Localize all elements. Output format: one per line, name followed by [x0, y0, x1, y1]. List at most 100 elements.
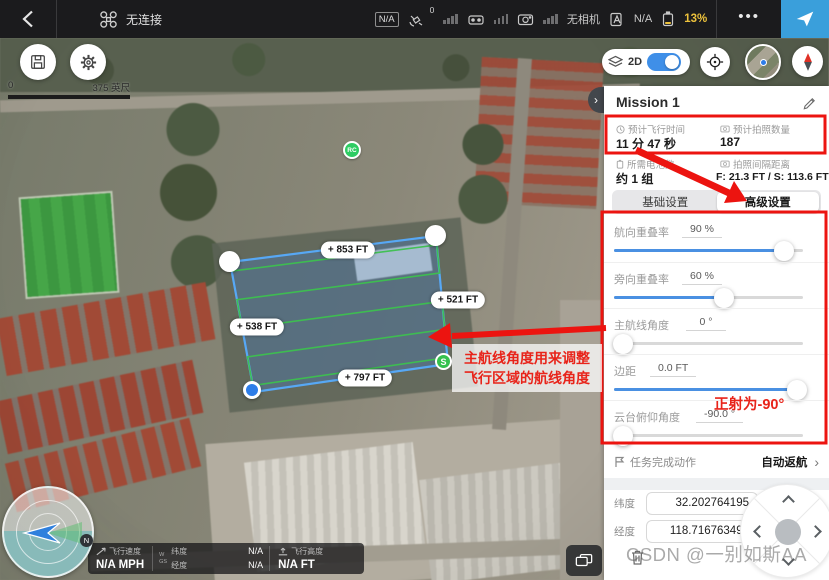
finish-action-row[interactable]: 任务完成动作 自动返航 › [604, 448, 829, 476]
crosshair-icon [706, 53, 724, 71]
map-scale-bar: 0 375 英尺 [8, 80, 130, 99]
connection-status: 无连接 [126, 11, 162, 28]
tab-basic-settings[interactable]: 基础设置 [614, 192, 717, 212]
top-status-bar: 无连接 N/A 0 无相机 [0, 0, 829, 38]
stat-interval-value: F: 21.3 FT / S: 113.6 FT [716, 171, 829, 183]
edge-length-top: + 853 FT [321, 242, 375, 259]
polygon-vertex-selected[interactable] [243, 381, 261, 399]
altitude-label: 飞行高度 [291, 546, 323, 557]
settings-button[interactable] [70, 44, 106, 80]
locate-button[interactable] [700, 47, 730, 77]
nudge-up-button[interactable] [782, 495, 795, 508]
mission-polygon[interactable] [230, 236, 448, 392]
edge-length-right: + 521 FT [431, 292, 485, 309]
2d-3d-toggle[interactable] [647, 53, 681, 71]
edge-length-left: + 538 FT [230, 319, 284, 336]
side-overlap-value[interactable]: 60 % [682, 269, 722, 285]
altitude-value: N/A FT [278, 559, 323, 571]
rc-mode-value: N/A [634, 13, 652, 25]
more-menu-button[interactable]: ••• [726, 8, 772, 31]
slider-thumb[interactable] [714, 288, 734, 308]
stat-flight-time-value: 11 分 47 秒 [616, 135, 676, 152]
flag-icon [614, 456, 625, 468]
route-angle-value[interactable]: 0 ° [686, 315, 726, 331]
tab-advanced-settings[interactable]: 高级设置 [717, 192, 820, 212]
gear-icon [79, 53, 98, 72]
topbar-divider [716, 0, 717, 38]
latitude-input[interactable]: 32.202764195 [646, 492, 758, 515]
finish-action-label: 任务完成动作 [630, 454, 696, 470]
camera-signal-bars [543, 14, 558, 24]
nudge-right-button[interactable] [809, 525, 822, 538]
longitude-label: 经度 [614, 524, 640, 539]
flight-start-marker: S [435, 353, 452, 370]
telemetry-bar: 飞行速度 N/A MPH WGS 纬度N/A 经度N/A 飞行高度 N/A FT [88, 543, 364, 574]
finish-action-value: 自动返航 [761, 454, 807, 470]
edge-length-bottom: + 797 FT [338, 370, 392, 387]
slider-thumb[interactable] [774, 241, 794, 261]
save-mission-button[interactable] [20, 44, 56, 80]
map-mode-label: 2D [628, 56, 642, 68]
minimap-button[interactable] [745, 44, 781, 80]
attitude-compass: N [2, 486, 94, 578]
stat-battery-count-value: 约 1 组 [616, 170, 653, 187]
watermark: CSDN @一别如斯AA [604, 541, 829, 567]
takeoff-button[interactable] [781, 0, 829, 38]
slider-thumb[interactable] [787, 380, 807, 400]
camera-small-icon [720, 160, 730, 168]
slider-thumb[interactable] [613, 426, 633, 446]
edit-mission-name-button[interactable] [802, 96, 817, 111]
margin-slider[interactable] [614, 388, 803, 391]
compass-needle-icon [801, 52, 815, 72]
satellite-icon [408, 12, 425, 27]
side-overlap-slider[interactable] [614, 296, 803, 299]
pencil-icon [802, 96, 817, 111]
slider-thumb[interactable] [613, 334, 633, 354]
topbar-divider [56, 0, 57, 38]
battery-icon [661, 11, 675, 27]
save-icon [29, 53, 47, 71]
satellite-count: 0 [430, 5, 435, 15]
setting-row-front-overlap: 航向重叠率 90 % [604, 216, 829, 262]
stat-photo-count-label: 预计拍照数量 [720, 122, 790, 136]
rc-signal-bars [494, 14, 509, 24]
mission-title: Mission 1 [616, 94, 680, 110]
camera-status: 无相机 [567, 11, 600, 27]
remote-controller-icon [467, 12, 485, 26]
stat-battery-count-label: 所需电池数 [616, 157, 675, 171]
scale-zero: 0 [8, 80, 13, 94]
altitude-icon [278, 547, 288, 556]
front-overlap-value[interactable]: 90 % [682, 222, 722, 238]
clock-icon [616, 125, 625, 134]
rc-location-marker: RC [343, 141, 361, 159]
speed-label: 飞行速度 [109, 546, 141, 557]
back-chevron-icon [22, 10, 34, 28]
aircraft-status-badge: N/A [375, 12, 399, 27]
tip-line-1: 主航线角度用来调整 [464, 348, 590, 368]
margin-value[interactable]: 0.0 FT [650, 361, 696, 377]
layers-icon [608, 55, 623, 69]
route-angle-tip: 主航线角度用来调整 飞行区域的航线角度 [452, 344, 602, 392]
camera-small-icon [720, 125, 730, 133]
route-angle-slider[interactable] [614, 342, 803, 345]
map-layers-button[interactable] [566, 545, 602, 576]
nudge-left-button[interactable] [753, 525, 766, 538]
front-overlap-label: 航向重叠率 [614, 224, 669, 240]
latitude-label: 纬度 [614, 496, 640, 511]
airplane-icon [794, 8, 816, 30]
polygon-vertex-handle[interactable] [219, 251, 240, 272]
gimbal-pitch-slider[interactable] [614, 434, 803, 437]
map-mode-pill: 2D [602, 49, 690, 75]
gimbal-ortho-note: 正射为-90° [714, 393, 784, 414]
settings-tabs: 基础设置 高级设置 [612, 190, 821, 214]
satellite-signal-bars [443, 14, 458, 24]
stat-interval-label: 拍照间隔距离 [720, 157, 790, 171]
back-button[interactable] [0, 0, 56, 38]
flight-mode-icon [609, 12, 625, 27]
battery-percent: 13% [684, 13, 707, 25]
minimap-location-dot [760, 59, 767, 66]
polygon-vertex-handle[interactable] [425, 225, 446, 246]
compass-reset-button[interactable] [792, 46, 823, 77]
front-overlap-slider[interactable] [614, 249, 803, 252]
telemetry-lat-value: N/A [248, 546, 263, 557]
